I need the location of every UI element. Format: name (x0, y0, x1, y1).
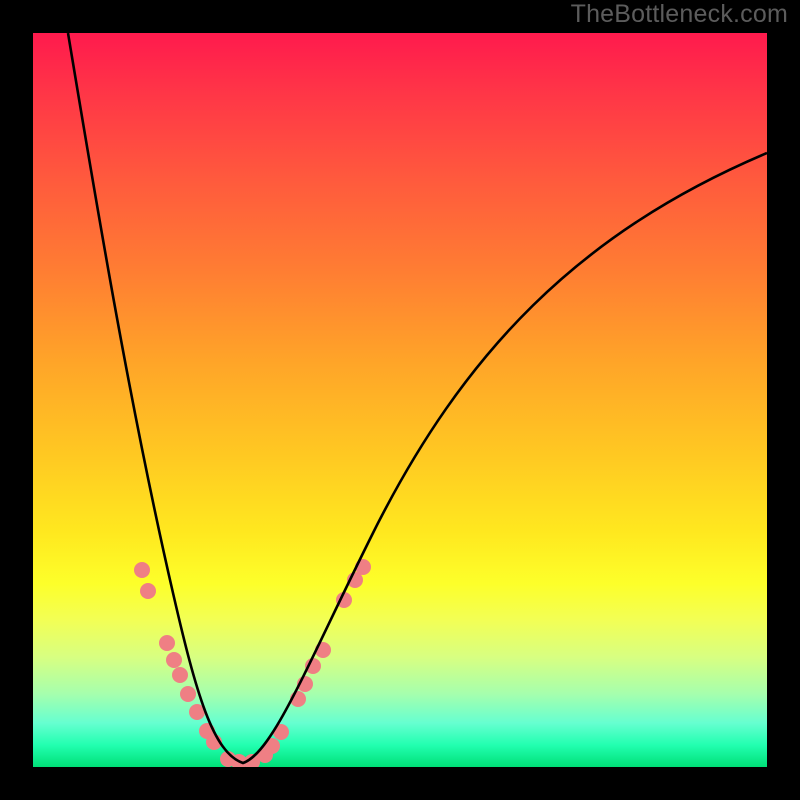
gradient-plot-area (33, 33, 767, 767)
data-dot-group (134, 559, 371, 767)
dot (166, 652, 182, 668)
dot (134, 562, 150, 578)
watermark-text: TheBottleneck.com (571, 0, 788, 29)
dot (140, 583, 156, 599)
chart-frame: TheBottleneck.com (0, 0, 800, 800)
dot (159, 635, 175, 651)
bottleneck-curve-svg (33, 33, 767, 767)
dot (180, 686, 196, 702)
dot (172, 667, 188, 683)
